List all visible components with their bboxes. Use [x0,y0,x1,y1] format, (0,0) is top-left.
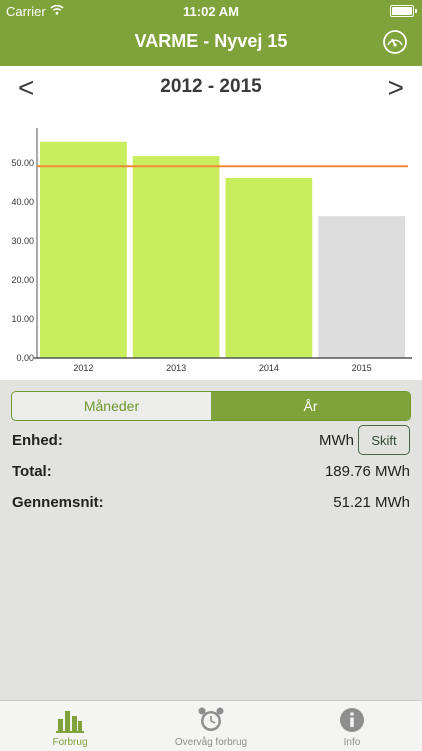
navigation-bar: Carrier 11:02 AM VARME - Nyvej 15 [0,0,422,66]
total-label: Total: [12,463,52,480]
unit-row: Enhed: MWh Skift [12,425,410,455]
battery-icon [390,5,417,17]
tab-forbrug-label: Forbrug [52,737,88,748]
y-tick-label: 50.00 [11,158,34,168]
chart-panel: < 2012 - 2015 > 0.00 10.00 20.00 30.00 40.00… [0,66,422,380]
average-value: 51.21 MWh [333,494,410,511]
gauge-icon[interactable] [382,29,408,55]
tab-bar: Forbrug Overvåg forbrug Info [0,700,422,751]
bar-2015[interactable] [318,216,405,358]
segment-months[interactable]: Måneder [12,392,211,420]
page-title: VARME - Nyvej 15 [134,31,288,51]
x-tick-label: 2015 [352,363,372,373]
change-unit-button[interactable]: Skift [358,425,410,455]
info-icon [340,708,364,732]
status-time: 11:02 AM [183,4,239,19]
y-tick-label: 20.00 [11,275,34,285]
tab-overvaag-label: Overvåg forbrug [174,737,248,748]
y-tick-label: 40.00 [11,197,34,207]
usage-bar-chart: 0.00 10.00 20.00 30.00 40.00 50.00 2012 2013 201… [11,128,412,373]
tab-info[interactable]: Info [282,701,422,751]
average-label: Gennemsnit: [12,494,104,511]
x-tick-label: 2014 [259,363,279,373]
total-value: 189.76 MWh [324,463,410,480]
unit-value: MWh [319,432,354,449]
unit-label: Enhed: [12,432,63,449]
period-segmented-control: Måneder År [11,391,411,421]
y-tick-label: 0.00 [16,353,34,363]
average-row: Gennemsnit: 51.21 MWh [12,492,410,514]
status-bar: Carrier 11:02 AM [0,0,422,22]
tab-info-label: Info [343,737,361,748]
segment-year[interactable]: År [211,392,410,420]
alarm-clock-icon [198,707,224,731]
bar-2012[interactable] [40,141,127,358]
tab-forbrug[interactable]: Forbrug [0,701,140,751]
x-tick-label: 2013 [166,363,186,373]
bar-2014[interactable] [225,177,313,358]
x-tick-label: 2012 [73,363,93,373]
y-tick-label: 30.00 [11,236,34,246]
bar-2013[interactable] [132,156,220,358]
bar-chart-icon [56,711,84,733]
total-row: Total: 189.76 MWh [12,461,410,483]
y-tick-label: 10.00 [11,314,34,324]
tab-overvaag-forbrug[interactable]: Overvåg forbrug [141,701,281,751]
